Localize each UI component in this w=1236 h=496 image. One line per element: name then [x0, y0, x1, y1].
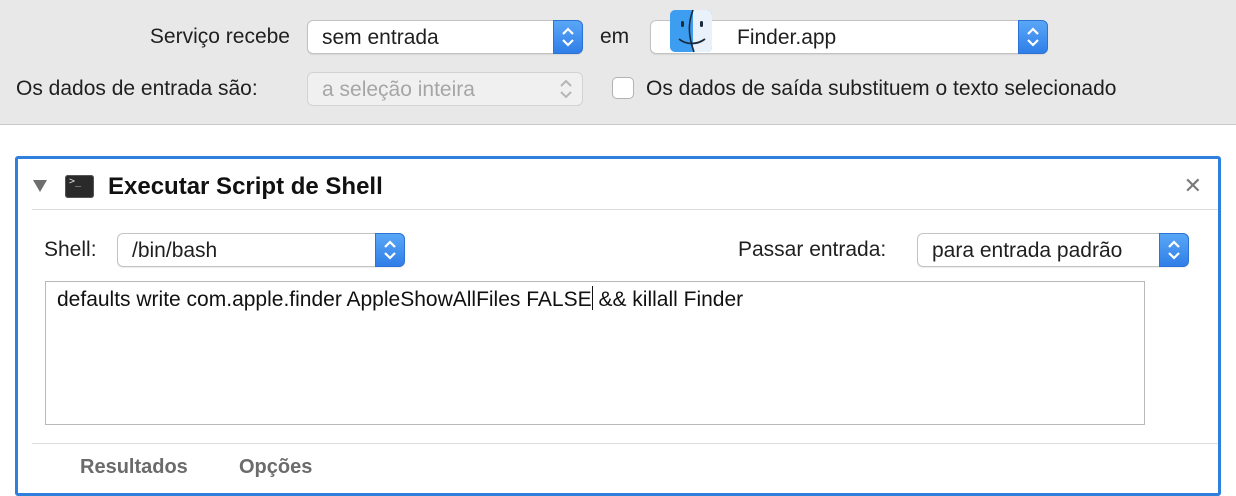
close-icon[interactable]: ✕ [1184, 173, 1202, 199]
updown-chevron-icon [553, 20, 583, 54]
updown-chevron-icon [1018, 20, 1048, 54]
script-text-after-cursor: && killall Finder [592, 288, 744, 311]
replace-output-checkbox[interactable] [612, 77, 634, 99]
disclosure-triangle-icon[interactable] [32, 179, 48, 198]
tab-options[interactable]: Opções [239, 456, 312, 479]
service-receives-label: Serviço recebe [149, 25, 290, 48]
workflow-config-bar: Serviço recebe sem entrada em Finder.app… [0, 0, 1236, 125]
input-data-popup: a seleção inteira [307, 72, 583, 106]
input-data-value: a seleção inteira [322, 78, 475, 101]
service-input-value: sem entrada [322, 26, 439, 49]
updown-chevron-icon [1159, 233, 1189, 267]
shell-popup[interactable]: /bin/bash [117, 233, 405, 267]
pass-input-label: Passar entrada: [738, 238, 887, 261]
shell-label: Shell: [44, 238, 97, 261]
footer-divider [32, 443, 1218, 444]
application-value: Finder.app [737, 26, 837, 49]
updown-chevron-icon [375, 233, 405, 267]
header-divider [32, 209, 1218, 210]
updown-chevron-icon [552, 73, 580, 105]
script-editor[interactable]: defaults write com.apple.finder AppleSho… [45, 281, 1145, 425]
pass-input-value: para entrada padrão [932, 239, 1123, 262]
input-data-label: Os dados de entrada são: [16, 77, 258, 100]
tab-results[interactable]: Resultados [80, 456, 188, 479]
shell-value: /bin/bash [132, 239, 218, 262]
terminal-icon: >_ [65, 175, 94, 198]
application-popup[interactable]: Finder.app [650, 9, 1048, 54]
service-input-popup[interactable]: sem entrada [307, 20, 583, 54]
in-label: em [600, 25, 630, 48]
shell-script-action: >_ Executar Script de Shell ✕ Shell: /bi… [15, 156, 1221, 496]
action-title: Executar Script de Shell [108, 173, 383, 200]
pass-input-popup[interactable]: para entrada padrão [917, 233, 1189, 267]
replace-output-label[interactable]: Os dados de saída substituem o texto sel… [646, 77, 1116, 101]
script-text: defaults write com.apple.finder AppleSho… [57, 286, 743, 312]
script-text-before-cursor: defaults write com.apple.finder AppleSho… [57, 288, 592, 311]
finder-icon [669, 9, 713, 58]
